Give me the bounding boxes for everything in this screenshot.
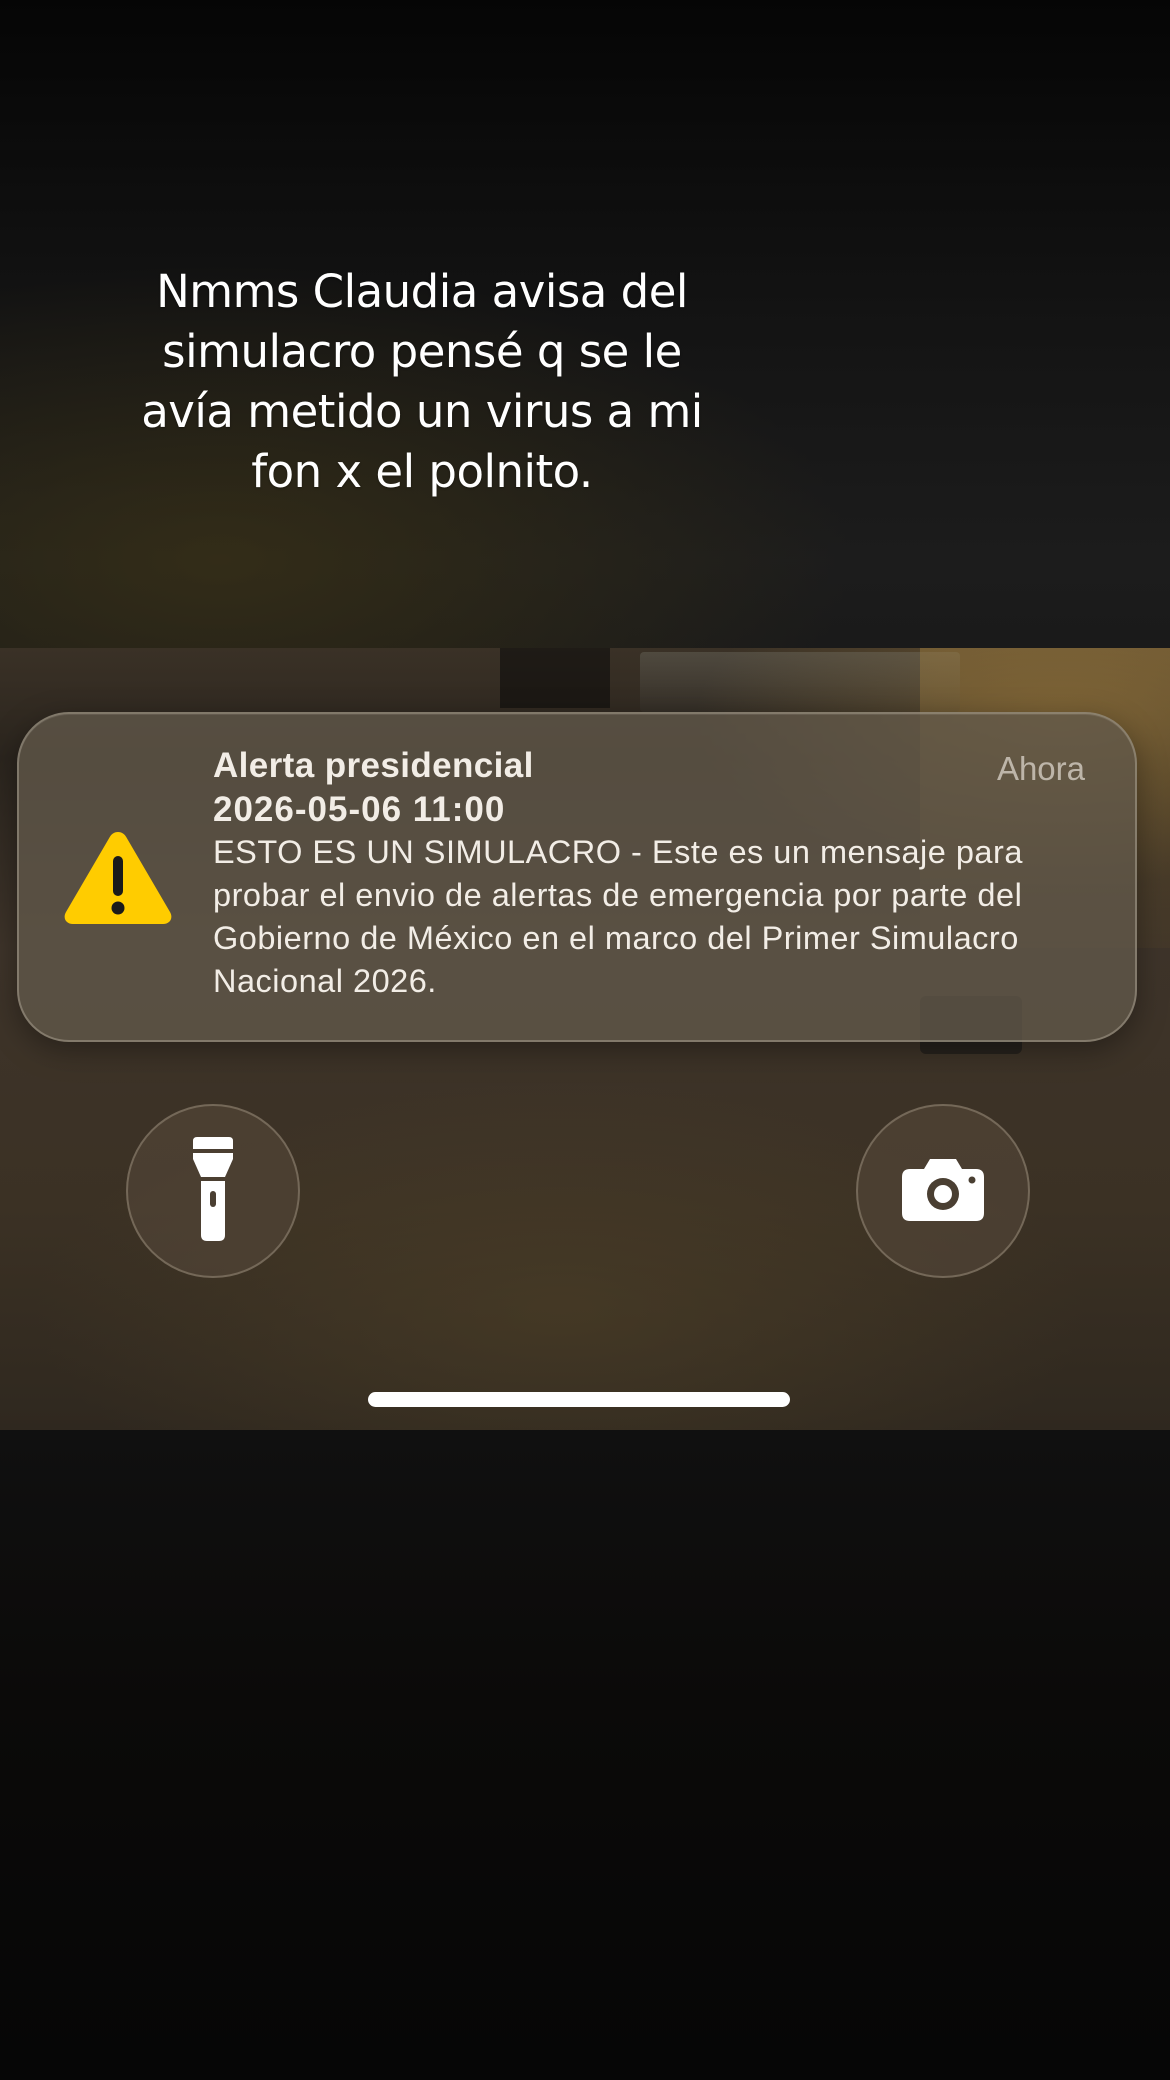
flashlight-icon <box>189 1136 237 1246</box>
warning-triangle-icon <box>61 826 175 928</box>
emergency-alert-notification[interactable]: Alerta presidencial Ahora 2026-05-06 11:… <box>17 712 1137 1042</box>
notification-datetime: 2026-05-06 11:00 <box>213 790 506 829</box>
flashlight-button[interactable] <box>126 1104 300 1278</box>
camera-icon <box>902 1157 984 1226</box>
background-window <box>640 652 960 712</box>
notification-timestamp: Ahora <box>996 750 1085 787</box>
notification-body: ESTO ES UN SIMULACRO - Este es un mensaj… <box>213 834 1023 999</box>
camera-button[interactable] <box>856 1104 1030 1278</box>
screen: Nmms Claudia avisa del simulacro pensé q… <box>0 0 1170 2080</box>
background-object <box>500 648 610 708</box>
home-indicator[interactable] <box>368 1392 790 1407</box>
notification-title: Alerta presidencial <box>213 746 534 785</box>
overlay-caption: Nmms Claudia avisa del simulacro pensé q… <box>141 265 703 498</box>
